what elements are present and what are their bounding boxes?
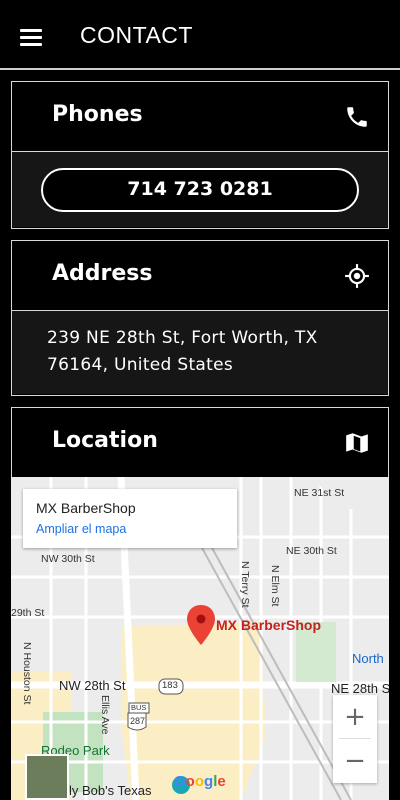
page-title: CONTACT [80, 22, 193, 48]
highway-183-shield: 183 [162, 680, 178, 691]
phones-card-header: Phones [12, 82, 388, 152]
bus-route-label: BUS [131, 703, 147, 712]
street-label: Ellis Ave [99, 695, 111, 735]
street-label: NE 28th St [331, 681, 389, 696]
phone-icon[interactable] [344, 104, 370, 130]
street-view-thumbnail[interactable] [25, 754, 69, 800]
address-title: Address [52, 261, 153, 286]
zoom-in-button[interactable]: + [333, 695, 377, 739]
highway-287-shield: 287 [130, 716, 146, 726]
address-text: 239 NE 28th St, Fort Worth, TX 76164, Un… [47, 328, 318, 375]
location-title: Location [52, 428, 158, 453]
phones-card-body: 714 723 0281 [12, 152, 388, 227]
address-card-header: Address [12, 241, 388, 311]
map-info-card: MX BarberShop Ampliar el mapa [23, 489, 237, 548]
street-label: NW 28th St [59, 678, 126, 693]
street-label: NW 30th St [41, 553, 95, 565]
app-bar: CONTACT [0, 0, 400, 68]
street-label: N Elm St [269, 565, 281, 607]
map-marker-label[interactable]: MX BarberShop [216, 617, 321, 633]
location-card-header: Location [12, 408, 388, 478]
street-label: N Houston St [21, 642, 33, 705]
phones-card: Phones 714 723 0281 [11, 81, 389, 229]
address-card-body: 239 NE 28th St, Fort Worth, TX 76164, Un… [12, 311, 388, 394]
address-card: Address 239 NE 28th St, Fort Worth, TX 7… [11, 240, 389, 396]
phone-number-button[interactable]: 714 723 0281 [41, 168, 359, 212]
zoom-out-button[interactable]: − [333, 739, 377, 783]
appbar-divider [0, 68, 400, 70]
map-icon[interactable] [344, 430, 370, 456]
map-zoom-controls: + − [333, 695, 377, 783]
enlarge-map-link[interactable]: Ampliar el mapa [36, 522, 126, 536]
google-logo: Google [174, 773, 226, 790]
embedded-map[interactable]: NE 31st St NE 30th St NW 30th St 29th St… [11, 477, 389, 800]
street-label: NE 30th St [286, 545, 337, 557]
phones-title: Phones [52, 102, 143, 127]
street-label: 29th St [11, 607, 45, 619]
street-label: N Terry St [239, 561, 251, 608]
street-label: NE 31st St [294, 487, 345, 499]
place-label: ly Bob's Texas [69, 783, 152, 798]
hamburger-menu-icon[interactable] [20, 29, 42, 46]
map-place-name: MX BarberShop [36, 500, 136, 516]
place-label: North [352, 651, 384, 666]
crosshair-location-icon[interactable] [344, 263, 370, 289]
